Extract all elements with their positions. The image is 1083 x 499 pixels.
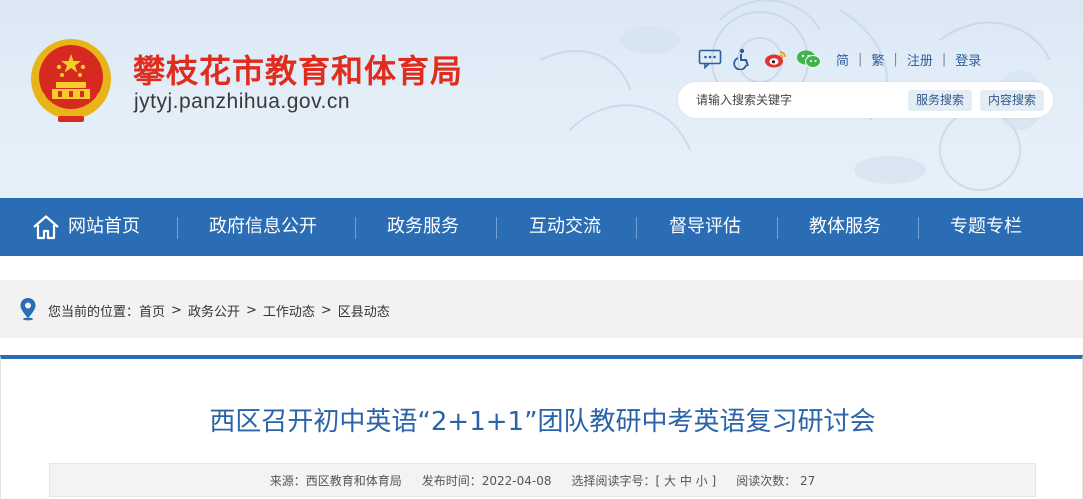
- accessibility-icon[interactable]: [730, 46, 756, 72]
- wechat-icon[interactable]: [796, 46, 822, 72]
- breadcrumb-separator: >: [245, 302, 257, 318]
- nav-item-label: 网站首页: [68, 216, 140, 237]
- register-link[interactable]: 注册: [907, 50, 933, 69]
- nav-item-interaction[interactable]: 互动交流: [529, 198, 601, 256]
- service-search-button[interactable]: 服务搜索: [908, 90, 973, 111]
- article-publish-date: 发布时间：2022-04-08: [421, 473, 552, 488]
- breadcrumb-home[interactable]: 首页: [139, 301, 165, 320]
- article-source: 来源：西区教育和体育局: [269, 473, 402, 488]
- nav-item-label: 政府信息公开: [209, 216, 317, 237]
- font-size-label: 选择阅读字号：[: [571, 473, 661, 488]
- font-size-selector: 选择阅读字号：[ 大 中 小 ]: [571, 472, 716, 489]
- breadcrumb-work-news[interactable]: 工作动态: [263, 301, 315, 320]
- breadcrumb-separator: >: [320, 302, 332, 318]
- breadcrumb-prefix: 您当前的位置：: [48, 304, 140, 320]
- nav-divider: [918, 217, 919, 239]
- nav-item-label: 互动交流: [529, 216, 601, 237]
- nav-item-edu-sports-services[interactable]: 教体服务: [809, 198, 881, 256]
- content-search-button[interactable]: 内容搜索: [980, 90, 1045, 111]
- font-size-close-bracket: ]: [711, 473, 717, 488]
- breadcrumb: 您当前的位置： 首页 > 政务公开 > 工作动态 > 区县动态: [48, 301, 390, 320]
- lang-simplified-link[interactable]: 简: [836, 50, 849, 69]
- toolbar-divider: |: [941, 51, 947, 67]
- nav-item-label: 专题专栏: [950, 216, 1022, 237]
- breadcrumb-bar: 您当前的位置： 首页 > 政务公开 > 工作动态 > 区县动态: [0, 280, 1083, 338]
- nav-item-supervision[interactable]: 督导评估: [669, 198, 741, 256]
- article-title: 西区召开初中英语“2+1+1”团队教研中考英语复习研讨会: [209, 407, 876, 437]
- nav-item-home[interactable]: 网站首页: [31, 198, 140, 256]
- nav-divider: [777, 217, 778, 239]
- toolbar-divider: |: [893, 51, 898, 67]
- main-nav: 网站首页 政府信息公开 政务服务 互动交流 督导评估 教体服务 专题专栏: [0, 198, 1083, 256]
- header-toolbar: 简 | 繁 | 注册 | 登录: [697, 46, 981, 72]
- nav-divider: [177, 217, 178, 239]
- nav-divider: [355, 217, 356, 239]
- home-icon: [33, 215, 59, 240]
- font-size-medium-link[interactable]: 中: [680, 474, 692, 488]
- site-domain: jytyj.panzhihua.gov.cn: [134, 90, 351, 113]
- lang-traditional-link[interactable]: 繁: [871, 50, 884, 69]
- breadcrumb-district-news[interactable]: 区县动态: [338, 301, 390, 320]
- font-size-large-link[interactable]: 大: [664, 474, 676, 488]
- nav-item-label: 督导评估: [669, 216, 741, 237]
- nav-item-label: 教体服务: [809, 216, 881, 237]
- breadcrumb-gov-affairs[interactable]: 政务公开: [188, 301, 240, 320]
- nav-item-special-topics[interactable]: 专题专栏: [950, 198, 1022, 256]
- nav-item-label: 政务服务: [387, 216, 459, 237]
- toolbar-divider: |: [858, 51, 863, 67]
- login-link[interactable]: 登录: [955, 50, 981, 69]
- site-title: 攀枝花市教育和体育局: [133, 52, 464, 90]
- breadcrumb-separator: >: [171, 302, 182, 318]
- site-header: 攀枝花市教育和体育局 jytyj.panzhihua.gov.cn 简 | 繁 …: [0, 0, 1083, 198]
- national-emblem-logo: [31, 39, 111, 122]
- article-meta-bar: 来源：西区教育和体育局 发布时间：2022-04-08 选择阅读字号：[ 大 中…: [49, 463, 1036, 497]
- message-icon[interactable]: [697, 46, 723, 72]
- nav-item-gov-info[interactable]: 政府信息公开: [209, 198, 317, 256]
- search-box: 服务搜索 内容搜索: [678, 82, 1053, 118]
- search-input[interactable]: [696, 91, 896, 109]
- nav-item-gov-services[interactable]: 政务服务: [387, 198, 459, 256]
- article-view-count: 阅读次数： 27: [736, 473, 816, 488]
- font-size-small-link[interactable]: 小: [696, 474, 708, 488]
- location-pin-icon: [20, 298, 36, 321]
- nav-divider: [636, 217, 637, 239]
- nav-divider: [496, 217, 497, 239]
- article-panel: 西区召开初中英语“2+1+1”团队教研中考英语复习研讨会 来源：西区教育和体育局…: [0, 355, 1083, 499]
- weibo-icon[interactable]: [763, 46, 789, 72]
